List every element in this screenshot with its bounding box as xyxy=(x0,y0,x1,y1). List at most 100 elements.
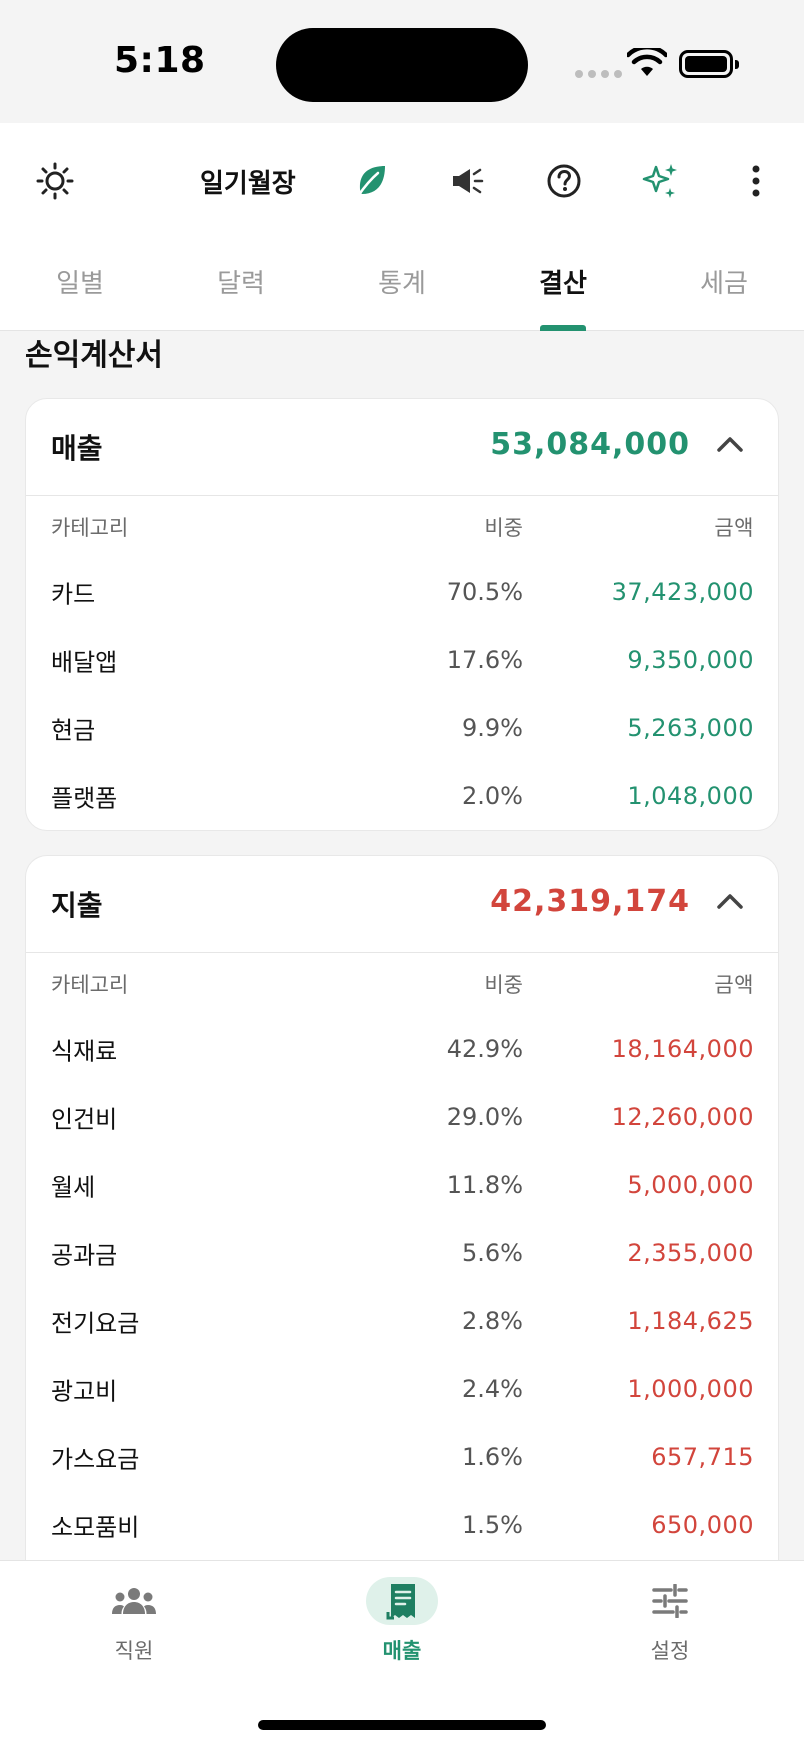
section-title: 손익계산서 xyxy=(25,338,163,373)
category-ratio: 70.5% xyxy=(446,578,523,606)
ai-assistant-button[interactable] xyxy=(632,153,688,209)
nav-sales[interactable]: 매출 xyxy=(322,1571,482,1681)
help-icon xyxy=(547,164,581,198)
sliders-icon xyxy=(652,1584,688,1618)
expense-row: 공과금 5.6% 2,355,000 xyxy=(26,1219,778,1287)
chevron-up-icon[interactable] xyxy=(716,435,744,453)
column-amount: 금액 xyxy=(714,516,754,540)
home-indicator xyxy=(258,1720,546,1730)
category-name: 가스요금 xyxy=(51,1445,140,1474)
nav-sales-label: 매출 xyxy=(382,1639,422,1663)
active-tab-indicator xyxy=(540,325,586,331)
revenue-card: 매출 53,084,000 카테고리 비중 금액 카드 70.5% 37,423… xyxy=(25,398,779,831)
wifi-icon xyxy=(627,48,667,76)
revenue-column-header: 카테고리 비중 금액 xyxy=(26,496,778,558)
revenue-card-header[interactable]: 매출 53,084,000 xyxy=(26,399,778,496)
cellular-signal-icon xyxy=(575,70,622,78)
nav-staff[interactable]: 직원 xyxy=(54,1571,214,1681)
status-time: 5:18 xyxy=(114,40,206,81)
category-ratio: 11.8% xyxy=(446,1171,523,1199)
receipt-icon xyxy=(386,1584,415,1620)
category-ratio: 2.0% xyxy=(462,782,523,810)
expense-title: 지출 xyxy=(51,889,103,922)
category-name: 공과금 xyxy=(51,1241,118,1270)
category-amount: 9,350,000 xyxy=(627,646,754,674)
category-name: 월세 xyxy=(51,1173,96,1202)
more-menu-button[interactable] xyxy=(728,153,784,209)
battery-icon xyxy=(679,50,739,78)
category-amount: 1,048,000 xyxy=(627,782,754,810)
column-category: 카테고리 xyxy=(51,516,129,540)
category-amount: 5,263,000 xyxy=(627,714,754,742)
category-ratio: 29.0% xyxy=(446,1103,523,1131)
theme-toggle-button[interactable] xyxy=(27,153,83,209)
revenue-row: 플랫폼 2.0% 1,048,000 xyxy=(26,762,778,830)
category-amount: 18,164,000 xyxy=(611,1035,754,1063)
category-name: 소모품비 xyxy=(51,1513,140,1542)
app-header: 일기월장 일별 달력 통계 결산 세금 xyxy=(0,123,804,331)
category-amount: 1,184,625 xyxy=(627,1307,754,1335)
chevron-up-icon[interactable] xyxy=(716,892,744,910)
dynamic-island xyxy=(276,28,528,102)
category-name: 전기요금 xyxy=(51,1309,140,1338)
category-amount: 37,423,000 xyxy=(611,578,754,606)
category-ratio: 5.6% xyxy=(462,1239,523,1267)
category-ratio: 2.4% xyxy=(462,1375,523,1403)
category-name: 배달앱 xyxy=(51,648,118,677)
expense-card-header[interactable]: 지출 42,319,174 xyxy=(26,856,778,953)
megaphone-icon xyxy=(453,168,484,194)
category-amount: 657,715 xyxy=(651,1443,754,1471)
app-title: 일기월장 xyxy=(200,169,296,199)
sparkles-icon xyxy=(642,164,677,198)
tab-bar: 일별 달력 통계 결산 세금 xyxy=(0,235,804,331)
expense-card: 지출 42,319,174 카테고리 비중 금액 식재료 42.9% 18,16… xyxy=(25,855,779,1560)
category-name: 카드 xyxy=(51,580,96,609)
leaf-icon xyxy=(356,166,385,198)
category-amount: 1,000,000 xyxy=(627,1375,754,1403)
category-name: 플랫폼 xyxy=(51,784,118,813)
eco-button[interactable] xyxy=(344,153,400,209)
category-ratio: 42.9% xyxy=(446,1035,523,1063)
expense-row: 월세 11.8% 5,000,000 xyxy=(26,1151,778,1219)
category-ratio: 1.5% xyxy=(462,1511,523,1539)
status-bar: 5:18 xyxy=(0,0,804,123)
expense-row: 광고비 2.4% 1,000,000 xyxy=(26,1355,778,1423)
expense-column-header: 카테고리 비중 금액 xyxy=(26,953,778,1015)
help-button[interactable] xyxy=(536,153,592,209)
category-amount: 650,000 xyxy=(651,1511,754,1539)
nav-settings[interactable]: 설정 xyxy=(590,1571,750,1681)
tab-tax[interactable]: 세금 xyxy=(664,235,784,331)
category-name: 현금 xyxy=(51,716,96,745)
revenue-total: 53,084,000 xyxy=(490,427,690,462)
category-amount: 5,000,000 xyxy=(627,1171,754,1199)
expense-row: 가스요금 1.6% 657,715 xyxy=(26,1423,778,1491)
expense-row: 식재료 42.9% 18,164,000 xyxy=(26,1015,778,1083)
column-amount: 금액 xyxy=(714,973,754,997)
column-ratio: 비중 xyxy=(484,516,523,540)
people-icon xyxy=(112,1588,156,1614)
tab-daily[interactable]: 일별 xyxy=(20,235,140,331)
tab-statistics[interactable]: 통계 xyxy=(342,235,462,331)
tab-settlement[interactable]: 결산 xyxy=(503,235,623,331)
announcement-button[interactable] xyxy=(440,153,496,209)
expense-row: 소모품비 1.5% 650,000 xyxy=(26,1491,778,1559)
expense-row: 인건비 29.0% 12,260,000 xyxy=(26,1083,778,1151)
category-amount: 2,355,000 xyxy=(627,1239,754,1267)
revenue-row: 카드 70.5% 37,423,000 xyxy=(26,558,778,626)
tab-calendar[interactable]: 달력 xyxy=(181,235,301,331)
category-amount: 12,260,000 xyxy=(611,1103,754,1131)
category-ratio: 17.6% xyxy=(446,646,523,674)
revenue-row: 배달앱 17.6% 9,350,000 xyxy=(26,626,778,694)
category-name: 광고비 xyxy=(51,1377,118,1406)
column-ratio: 비중 xyxy=(484,973,523,997)
nav-staff-label: 직원 xyxy=(114,1639,154,1663)
column-category: 카테고리 xyxy=(51,973,129,997)
category-ratio: 1.6% xyxy=(462,1443,523,1471)
category-ratio: 2.8% xyxy=(462,1307,523,1335)
category-ratio: 9.9% xyxy=(462,714,523,742)
category-name: 인건비 xyxy=(51,1105,118,1134)
expense-total: 42,319,174 xyxy=(490,884,690,919)
revenue-row: 현금 9.9% 5,263,000 xyxy=(26,694,778,762)
expense-row: 전기요금 2.8% 1,184,625 xyxy=(26,1287,778,1355)
category-name: 식재료 xyxy=(51,1037,118,1066)
